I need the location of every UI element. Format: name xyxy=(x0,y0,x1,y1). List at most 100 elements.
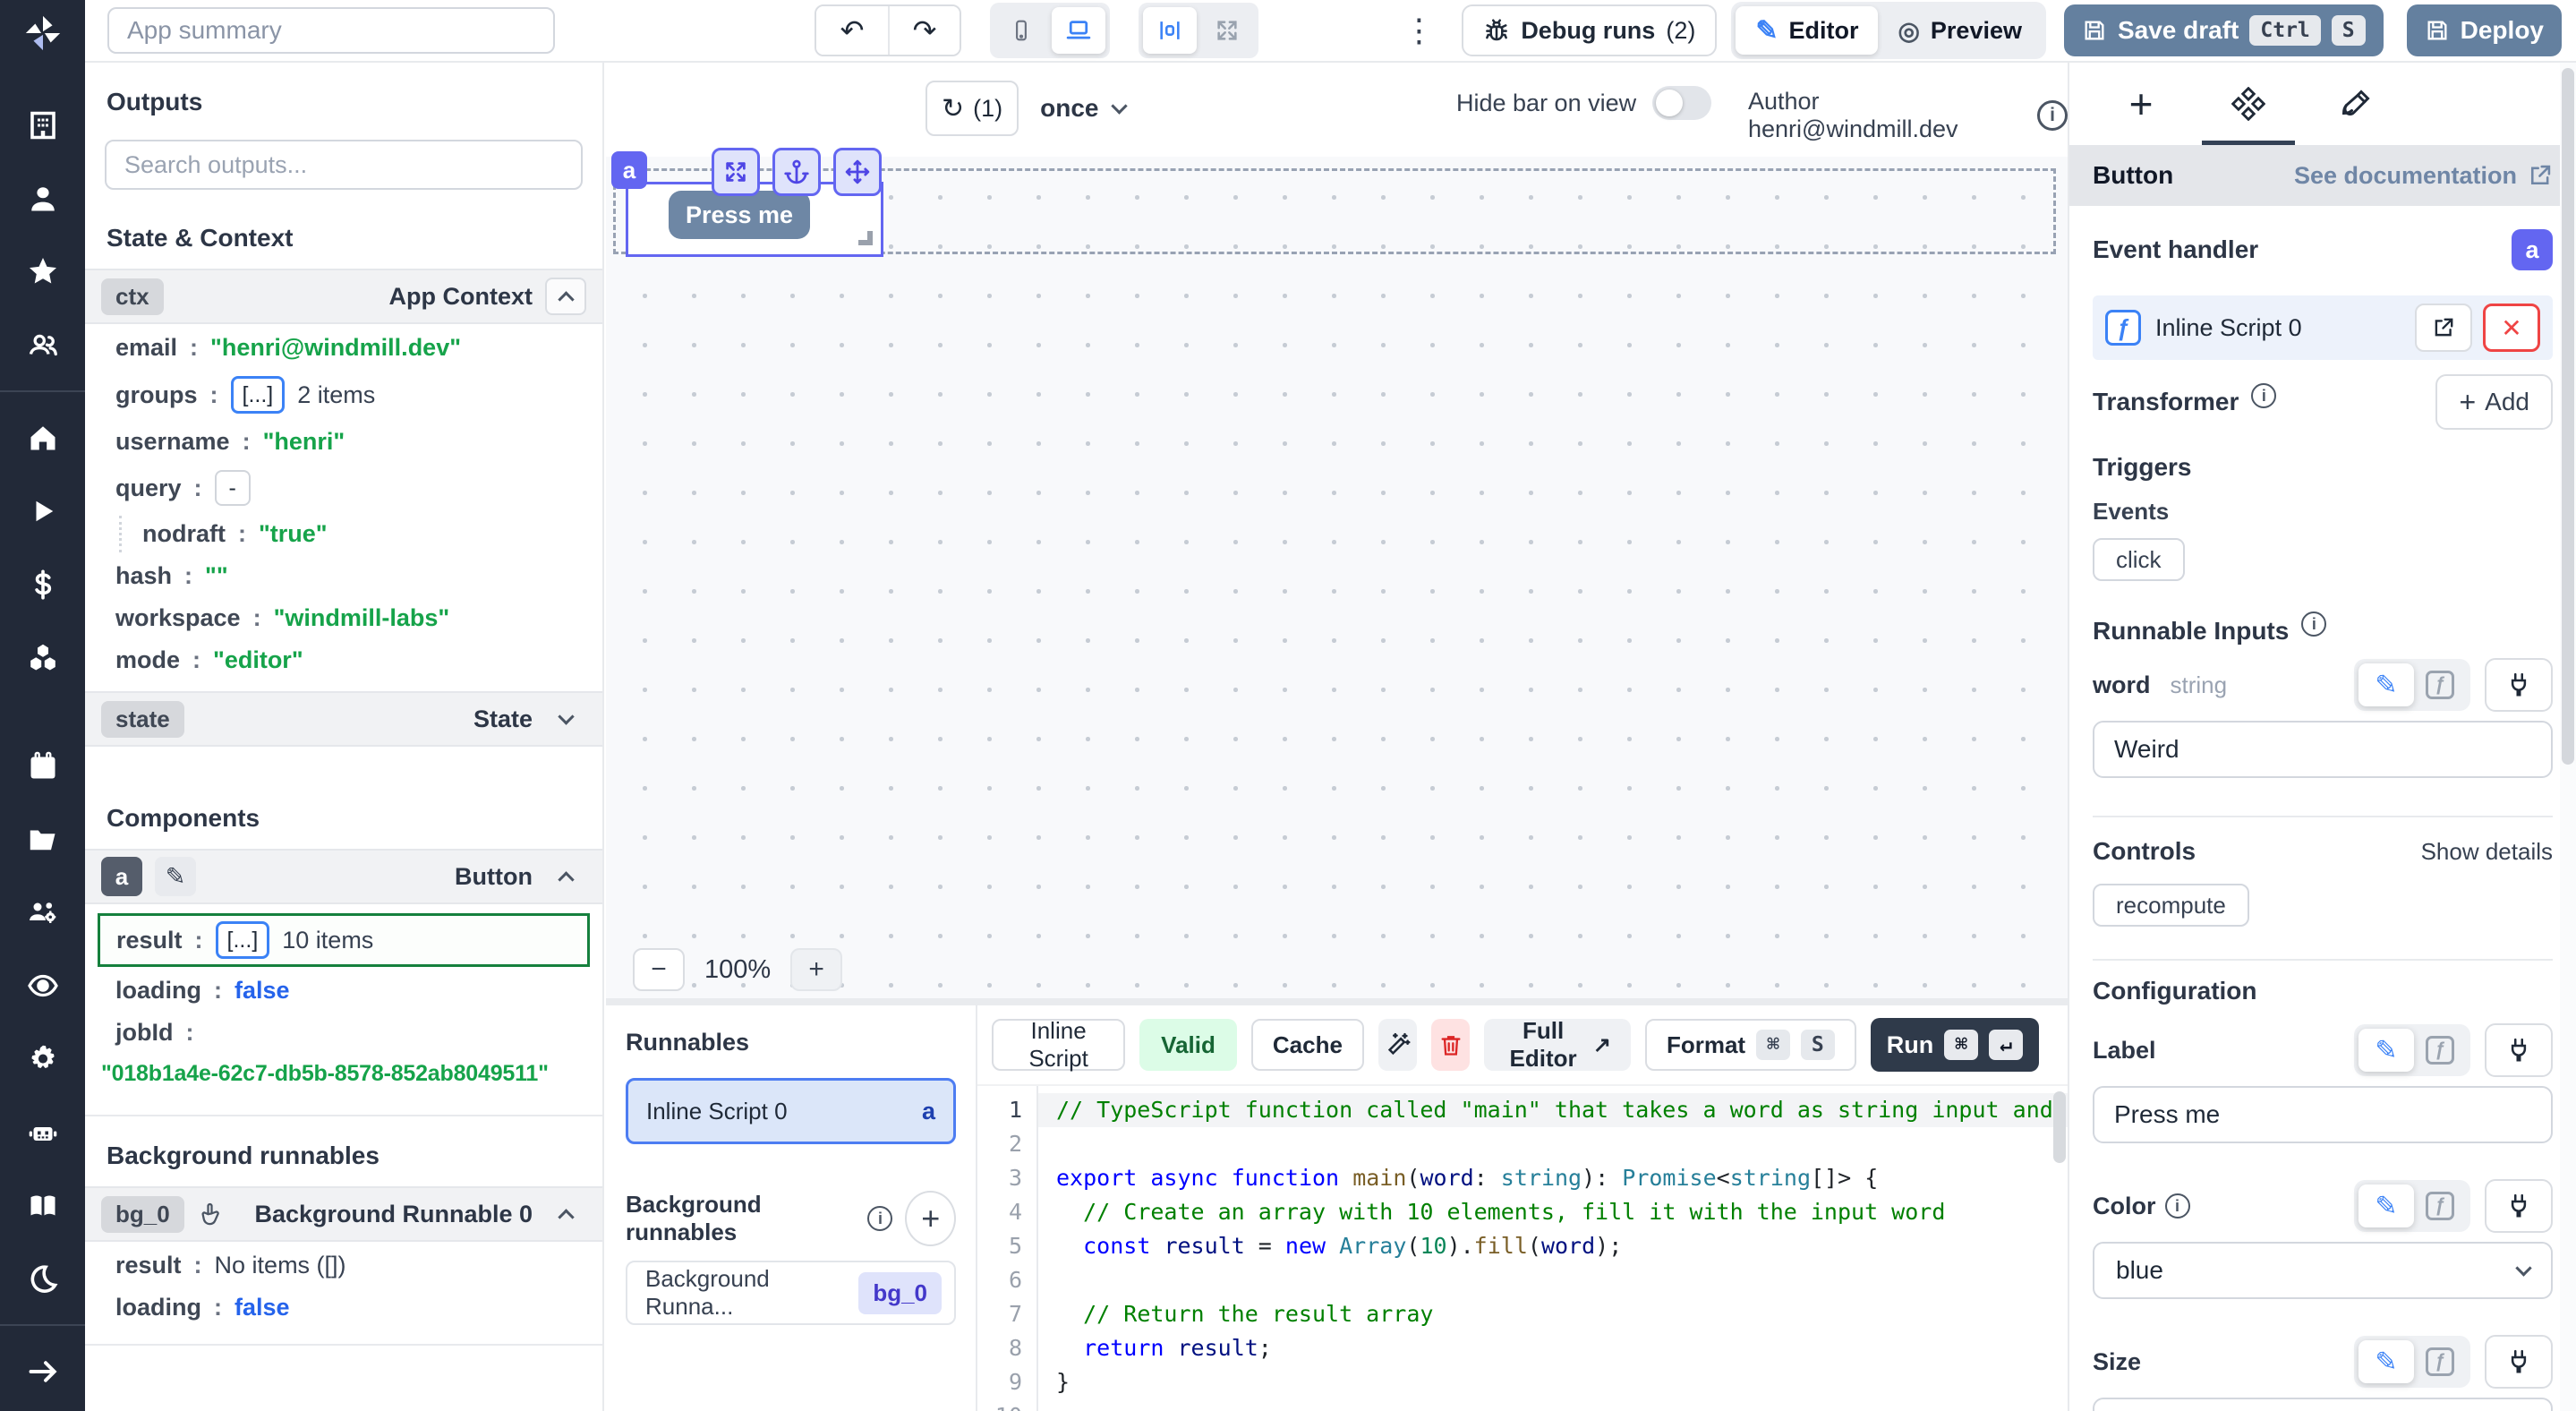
connect-plug-button[interactable] xyxy=(2485,1335,2553,1389)
audit-eye-icon[interactable] xyxy=(25,968,61,1004)
schedule-mode-dropdown[interactable]: once xyxy=(1040,94,1124,123)
save-draft-button[interactable]: Save draft Ctrl S xyxy=(2064,4,2384,56)
info-icon[interactable]: i xyxy=(2037,100,2068,131)
run-button[interactable]: Run ⌘ ↵ xyxy=(1871,1018,2039,1072)
settings-gear-icon[interactable] xyxy=(25,1041,61,1077)
info-icon[interactable]: i xyxy=(2165,1193,2190,1219)
full-editor-button[interactable]: Full Editor↗ xyxy=(1484,1019,1631,1071)
button-component-header[interactable]: a ✎ Button xyxy=(85,849,602,904)
state-section-header[interactable]: state State xyxy=(85,691,602,747)
docs-book-icon[interactable] xyxy=(25,1188,61,1224)
size-select[interactable]: xs xyxy=(2093,1398,2553,1411)
schedules-calendar-icon[interactable] xyxy=(25,748,61,784)
bg-runnable-item[interactable]: Background Runna... bg_0 xyxy=(626,1261,956,1325)
zoom-in-button[interactable]: + xyxy=(790,948,842,991)
expand-value-chip[interactable]: [...] xyxy=(231,376,286,414)
code-area[interactable]: 12345678910 // TypeScript function calle… xyxy=(977,1084,2068,1411)
runnable-item-selected[interactable]: Inline Script 0 a xyxy=(626,1078,956,1144)
editor-scrollbar[interactable] xyxy=(2053,1091,2066,1163)
color-select[interactable]: blue xyxy=(2093,1242,2553,1299)
favorites-star-icon[interactable] xyxy=(25,254,61,290)
variables-dollar-icon[interactable] xyxy=(25,567,61,603)
anchor-component-handle[interactable] xyxy=(772,148,821,196)
eval-function-icon[interactable]: ƒ xyxy=(2414,1340,2466,1383)
refresh-button[interactable]: ↻ (1) xyxy=(925,81,1019,136)
resources-cubes-icon[interactable] xyxy=(25,639,61,675)
expand-value-chip[interactable]: [...] xyxy=(216,921,270,959)
redo-button[interactable]: ↷ xyxy=(888,6,960,55)
connect-plug-button[interactable] xyxy=(2485,1179,2553,1233)
centered-layout-button[interactable] xyxy=(1143,7,1197,54)
connect-plug-button[interactable] xyxy=(2485,658,2553,712)
windmill-logo-icon[interactable] xyxy=(22,13,64,58)
editor-tab[interactable]: ✎Editor xyxy=(1736,6,1878,55)
undo-button[interactable]: ↶ xyxy=(816,6,888,55)
debug-runs-button[interactable]: Debug runs (2) xyxy=(1462,4,1717,56)
ctx-section-header[interactable]: ctx App Context xyxy=(85,269,602,324)
scrollbar-thumb[interactable] xyxy=(2562,68,2574,765)
collapse-bg-button[interactable] xyxy=(545,1195,586,1233)
language-select-button[interactable]: Inline Script xyxy=(992,1019,1125,1071)
connect-plug-button[interactable] xyxy=(2485,1023,2553,1077)
search-outputs-input[interactable] xyxy=(105,140,583,190)
tab-add-component[interactable]: + xyxy=(2087,63,2195,145)
ai-assist-button[interactable] xyxy=(1378,1019,1417,1071)
full-width-button[interactable] xyxy=(1200,7,1254,54)
expand-sidebar-arrow-icon[interactable] xyxy=(25,1354,61,1390)
click-event-pill[interactable]: click xyxy=(2093,538,2185,581)
event-handler-script-row[interactable]: ƒ Inline Script 0 ✕ xyxy=(2093,295,2553,360)
info-icon[interactable]: i xyxy=(2301,611,2326,637)
user-icon[interactable] xyxy=(25,181,61,217)
word-value-input[interactable] xyxy=(2093,721,2553,778)
collapse-ctx-button[interactable] xyxy=(545,278,586,315)
folders-icon[interactable] xyxy=(25,822,61,858)
expand-value-chip[interactable]: - xyxy=(215,470,251,506)
code-lines[interactable]: // TypeScript function called "main" tha… xyxy=(1036,1086,2068,1411)
mobile-view-button[interactable] xyxy=(994,7,1048,54)
static-edit-pencil-icon[interactable]: ✎ xyxy=(2358,1029,2414,1072)
dark-mode-moon-icon[interactable] xyxy=(25,1261,61,1297)
desktop-view-button[interactable] xyxy=(1052,7,1105,54)
workspace-icon[interactable] xyxy=(25,107,61,143)
zoom-out-button[interactable]: − xyxy=(633,948,685,991)
panel-scrollbar[interactable] xyxy=(2560,63,2576,1411)
delete-script-button[interactable] xyxy=(1431,1019,1470,1071)
expand-state-button[interactable] xyxy=(545,700,586,738)
info-icon[interactable]: i xyxy=(2251,383,2276,408)
eval-function-icon[interactable]: ƒ xyxy=(2414,663,2466,706)
more-menu-kebab-icon[interactable]: ⋮ xyxy=(1399,12,1438,49)
recompute-pill[interactable]: recompute xyxy=(2093,884,2249,927)
app-summary-input[interactable] xyxy=(107,7,555,54)
deploy-button[interactable]: Deploy xyxy=(2407,4,2562,56)
home-icon[interactable] xyxy=(25,420,61,456)
add-transformer-button[interactable]: +Add xyxy=(2435,374,2553,430)
bg-runnable-header[interactable]: bg_0 Background Runnable 0 xyxy=(85,1186,602,1242)
canvas-grid[interactable] xyxy=(606,157,2068,1000)
workers-icon[interactable] xyxy=(25,895,61,931)
runs-play-icon[interactable] xyxy=(25,493,61,529)
eval-function-icon[interactable]: ƒ xyxy=(2414,1184,2466,1227)
label-value-input[interactable] xyxy=(2093,1086,2553,1143)
hide-bar-toggle[interactable] xyxy=(1652,86,1711,120)
ai-robot-icon[interactable] xyxy=(25,1115,61,1150)
format-button[interactable]: Format ⌘ S xyxy=(1645,1019,1856,1071)
expand-component-handle[interactable] xyxy=(712,148,760,196)
add-bg-runnable-button[interactable]: + xyxy=(905,1191,956,1246)
press-me-button[interactable]: Press me xyxy=(669,191,810,239)
remove-script-button[interactable]: ✕ xyxy=(2483,304,2540,352)
rename-pencil-icon[interactable]: ✎ xyxy=(155,857,196,896)
show-details-link[interactable]: Show details xyxy=(2421,838,2553,866)
see-documentation-link[interactable]: See documentation xyxy=(2294,162,2553,190)
preview-tab[interactable]: ◎Preview xyxy=(1878,6,2042,55)
static-edit-pencil-icon[interactable]: ✎ xyxy=(2358,1340,2414,1383)
tab-styling[interactable] xyxy=(2302,63,2410,145)
cache-button[interactable]: Cache xyxy=(1251,1019,1364,1071)
move-component-handle[interactable] xyxy=(833,148,882,196)
groups-icon[interactable] xyxy=(25,327,61,363)
static-edit-pencil-icon[interactable]: ✎ xyxy=(2358,663,2414,706)
static-edit-pencil-icon[interactable]: ✎ xyxy=(2358,1184,2414,1227)
tab-component-settings[interactable] xyxy=(2195,63,2302,145)
eval-function-icon[interactable]: ƒ xyxy=(2414,1029,2466,1072)
collapse-component-button[interactable] xyxy=(545,858,586,895)
open-script-button[interactable] xyxy=(2415,304,2472,352)
